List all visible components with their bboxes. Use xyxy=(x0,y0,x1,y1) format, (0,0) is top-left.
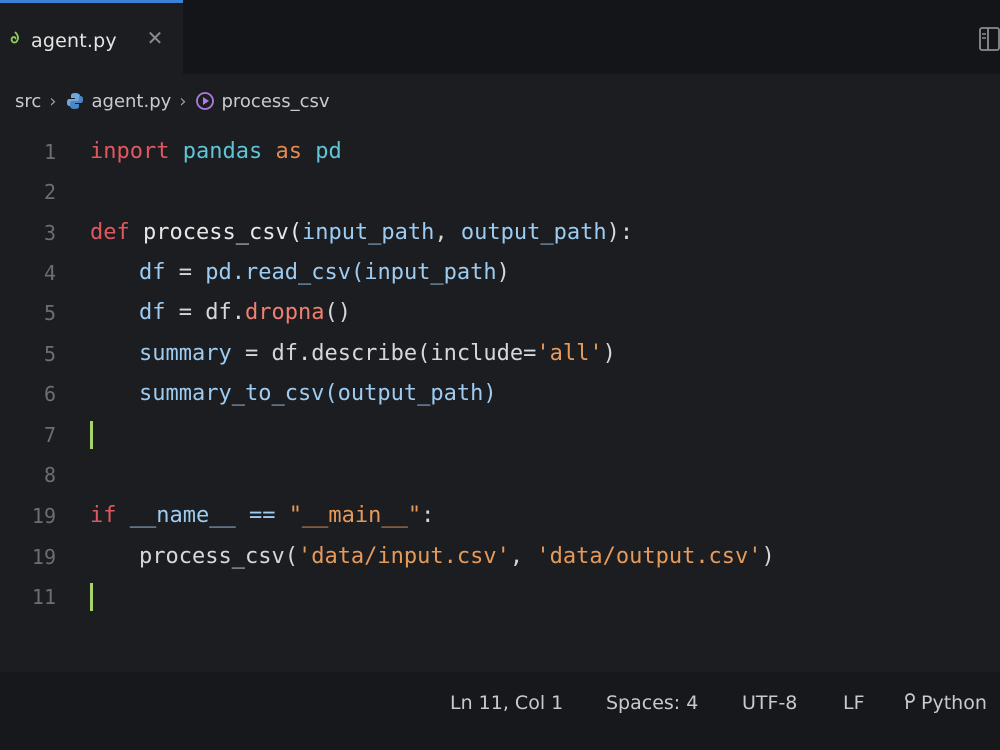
line-number: 19 xyxy=(31,545,56,569)
code-line: summary_to_csv(output_path) xyxy=(90,374,497,414)
keyword: def xyxy=(90,220,130,245)
line-number: 1 xyxy=(43,140,56,164)
file-encoding[interactable]: UTF-8 xyxy=(742,692,797,714)
breadcrumb-file[interactable]: agent.py xyxy=(91,91,171,112)
call: summary_to_csv(output_path) xyxy=(139,381,497,406)
language-label: Python xyxy=(921,692,987,714)
close-icon[interactable]: ✕ xyxy=(146,28,164,48)
string-literal: "__main__" xyxy=(288,503,422,528)
method-name: dropna xyxy=(245,300,325,325)
punctuation: ) xyxy=(602,341,616,366)
punctuation: : xyxy=(421,503,435,528)
keyword: if xyxy=(90,503,117,528)
line-number: 5 xyxy=(43,301,56,325)
operator: = xyxy=(165,300,206,325)
string-literal: 'all' xyxy=(536,341,603,366)
code-line: inport pandas as pd xyxy=(90,132,342,172)
line-number: 11 xyxy=(31,585,56,609)
parameter: input_path xyxy=(301,220,435,245)
string-literal: 'data/output.csv' xyxy=(536,544,762,569)
keyword: inport xyxy=(90,139,170,164)
line-number: 3 xyxy=(43,221,56,245)
code-line: if __name__ == "__main__": xyxy=(90,496,434,536)
keyword: as xyxy=(275,139,302,164)
line-number: 2 xyxy=(43,180,56,204)
text-cursor xyxy=(90,583,93,611)
variable: df xyxy=(139,300,166,325)
punctuation: () xyxy=(324,300,351,325)
operator: = xyxy=(165,260,206,285)
code-line: process_csv('data/input.csv', 'data/outp… xyxy=(90,537,775,577)
variable: summary xyxy=(139,341,232,366)
line-number: 5 xyxy=(43,342,56,366)
cursor-position[interactable]: Ln 11, Col 1 xyxy=(450,692,563,714)
tab-agent-py[interactable]: agent.py ✕ xyxy=(0,0,183,74)
code-line: df = pd.read_csv(input_path) xyxy=(90,253,510,293)
expression: __name__ == xyxy=(116,503,289,528)
punctuation: , xyxy=(509,544,537,569)
breadcrumb: src › agent.py › process_csv xyxy=(15,88,330,114)
tab-bar: agent.py ✕ xyxy=(0,0,1000,74)
call: df.describe(include= xyxy=(271,341,537,366)
line-ending[interactable]: LF xyxy=(843,692,865,714)
punctuation: ) xyxy=(761,544,775,569)
line-number: 4 xyxy=(43,261,56,285)
call: process_csv( xyxy=(139,544,298,569)
code-line: summary = df.describe(include='all') xyxy=(90,334,616,374)
tab-label: agent.py xyxy=(31,30,117,52)
chevron-right-icon: › xyxy=(49,90,57,112)
status-bar: Ln 11, Col 1 Spaces: 4 UTF-8 LF Python xyxy=(0,672,1000,750)
line-number: 6 xyxy=(43,382,56,406)
parameter: output_path xyxy=(460,220,607,245)
variable: df xyxy=(139,260,166,285)
alias-name: pd xyxy=(315,139,342,164)
indentation-setting[interactable]: Spaces: 4 xyxy=(606,692,698,714)
function-symbol-icon xyxy=(196,92,215,110)
line-number: 8 xyxy=(43,463,56,487)
chevron-right-icon: › xyxy=(179,90,187,112)
text-cursor xyxy=(90,421,93,449)
code-editor-window: agent.py ✕ src › agent.py › process_csv … xyxy=(0,0,1000,750)
code-line: df = df.dropna() xyxy=(90,293,351,333)
line-number: 7 xyxy=(43,423,56,447)
punctuation: ): xyxy=(606,220,634,245)
language-mode-icon xyxy=(905,693,915,709)
breadcrumb-symbol[interactable]: process_csv xyxy=(221,91,329,112)
string-literal: 'data/input.csv' xyxy=(297,544,510,569)
punctuation: ) xyxy=(496,260,510,285)
breadcrumb-folder[interactable]: src xyxy=(15,91,41,112)
punctuation: , xyxy=(434,220,461,245)
module-name: pandas xyxy=(182,139,263,164)
python-file-icon xyxy=(10,31,19,44)
function-name: process_csv( xyxy=(143,220,302,245)
object: df. xyxy=(205,300,245,325)
code-line: def process_csv(input_path, output_path)… xyxy=(90,213,633,253)
line-number: 19 xyxy=(31,504,56,528)
call: pd.read_csv( xyxy=(205,260,365,285)
language-mode[interactable]: Python xyxy=(903,692,987,714)
split-editor-icon[interactable] xyxy=(978,26,1000,52)
operator: = xyxy=(231,341,272,366)
python-file-icon xyxy=(67,93,84,109)
argument: input_path xyxy=(364,260,497,285)
